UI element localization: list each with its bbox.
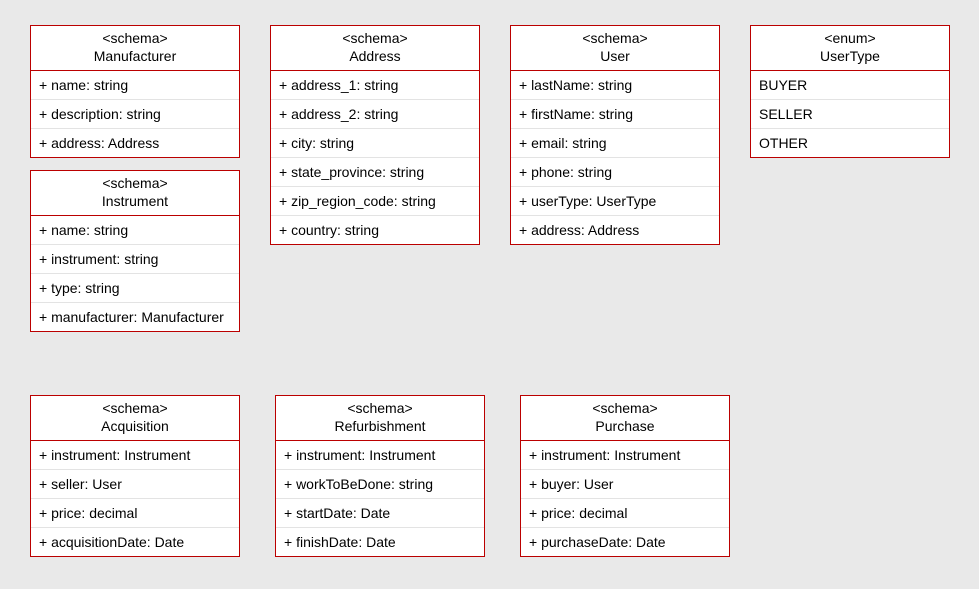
entity-row: + state_province: string xyxy=(271,158,479,187)
entity-header-acquisition: <schema>Acquisition xyxy=(31,396,239,441)
entity-refurbishment: <schema>Refurbishment+ instrument: Instr… xyxy=(275,395,485,557)
entity-row: BUYER xyxy=(751,71,949,100)
entity-row: + userType: UserType xyxy=(511,187,719,216)
entity-row: + price: decimal xyxy=(521,499,729,528)
entity-header-instrument: <schema>Instrument xyxy=(31,171,239,216)
entity-row: + lastName: string xyxy=(511,71,719,100)
entity-row: + instrument: Instrument xyxy=(521,441,729,470)
entity-stereotype: <schema> xyxy=(282,400,478,418)
entity-title: Manufacturer xyxy=(37,48,233,66)
entity-title: Address xyxy=(277,48,473,66)
entity-header-user: <schema>User xyxy=(511,26,719,71)
entity-title: Instrument xyxy=(37,193,233,211)
entity-row: + firstName: string xyxy=(511,100,719,129)
entity-row: + description: string xyxy=(31,100,239,129)
entity-row: + address_2: string xyxy=(271,100,479,129)
entity-row: + address: Address xyxy=(31,129,239,157)
entity-stereotype: <enum> xyxy=(757,30,943,48)
entity-header-purchase: <schema>Purchase xyxy=(521,396,729,441)
entity-row: + buyer: User xyxy=(521,470,729,499)
entity-row: + email: string xyxy=(511,129,719,158)
entity-row: OTHER xyxy=(751,129,949,157)
entity-title: Purchase xyxy=(527,418,723,436)
entity-instrument: <schema>Instrument+ name: string+ instru… xyxy=(30,170,240,332)
entity-usertype: <enum>UserTypeBUYERSELLEROTHER xyxy=(750,25,950,158)
entity-row: + startDate: Date xyxy=(276,499,484,528)
entity-row: + price: decimal xyxy=(31,499,239,528)
entity-row: SELLER xyxy=(751,100,949,129)
entity-title: Refurbishment xyxy=(282,418,478,436)
entity-acquisition: <schema>Acquisition+ instrument: Instrum… xyxy=(30,395,240,557)
entity-row: + name: string xyxy=(31,216,239,245)
entity-row: + address: Address xyxy=(511,216,719,244)
entity-stereotype: <schema> xyxy=(527,400,723,418)
entity-row: + type: string xyxy=(31,274,239,303)
entity-row: + phone: string xyxy=(511,158,719,187)
entity-stereotype: <schema> xyxy=(37,175,233,193)
entity-title: UserType xyxy=(757,48,943,66)
entity-stereotype: <schema> xyxy=(277,30,473,48)
entity-stereotype: <schema> xyxy=(37,400,233,418)
entity-title: User xyxy=(517,48,713,66)
entity-row: + purchaseDate: Date xyxy=(521,528,729,556)
entity-manufacturer: <schema>Manufacturer+ name: string+ desc… xyxy=(30,25,240,158)
entity-address: <schema>Address+ address_1: string+ addr… xyxy=(270,25,480,245)
entity-row: + instrument: Instrument xyxy=(31,441,239,470)
entity-stereotype: <schema> xyxy=(37,30,233,48)
entity-row: + zip_region_code: string xyxy=(271,187,479,216)
entity-row: + finishDate: Date xyxy=(276,528,484,556)
entity-header-usertype: <enum>UserType xyxy=(751,26,949,71)
entity-header-address: <schema>Address xyxy=(271,26,479,71)
entity-row: + workToBeDone: string xyxy=(276,470,484,499)
entity-row: + instrument: string xyxy=(31,245,239,274)
entity-header-refurbishment: <schema>Refurbishment xyxy=(276,396,484,441)
entity-row: + address_1: string xyxy=(271,71,479,100)
entity-row: + seller: User xyxy=(31,470,239,499)
entity-row: + acquisitionDate: Date xyxy=(31,528,239,556)
entity-header-manufacturer: <schema>Manufacturer xyxy=(31,26,239,71)
entity-row: + name: string xyxy=(31,71,239,100)
entity-row: + manufacturer: Manufacturer xyxy=(31,303,239,331)
entity-stereotype: <schema> xyxy=(517,30,713,48)
entity-title: Acquisition xyxy=(37,418,233,436)
entity-row: + instrument: Instrument xyxy=(276,441,484,470)
entity-user: <schema>User+ lastName: string+ firstNam… xyxy=(510,25,720,245)
entity-purchase: <schema>Purchase+ instrument: Instrument… xyxy=(520,395,730,557)
entity-row: + city: string xyxy=(271,129,479,158)
entity-row: + country: string xyxy=(271,216,479,244)
